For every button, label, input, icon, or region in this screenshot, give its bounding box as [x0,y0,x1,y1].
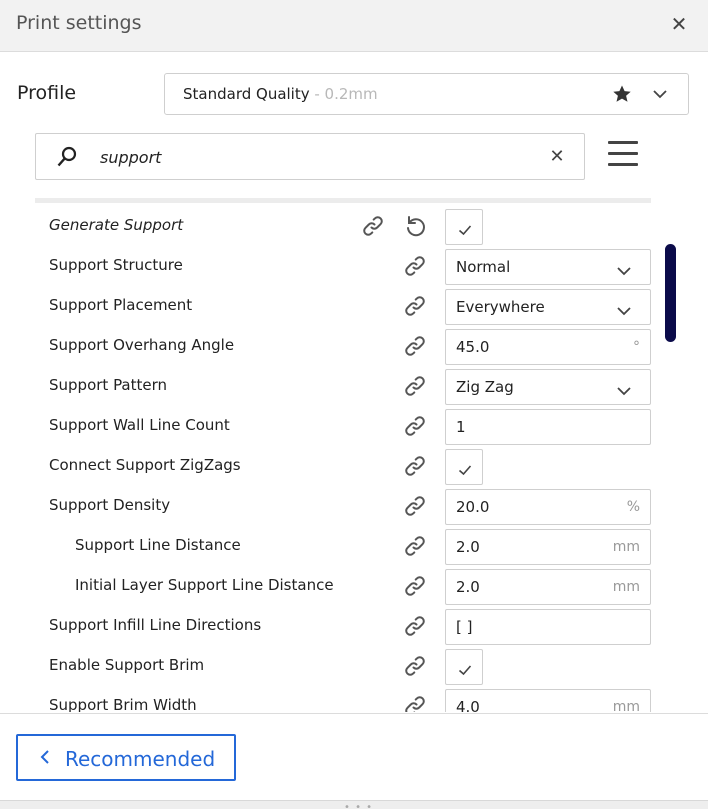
link-icon[interactable] [403,494,427,518]
chevron-down-icon [616,382,632,396]
setting-value: Everywhere [456,298,545,316]
link-icon[interactable] [403,574,427,598]
setting-label: Generate Support [49,216,184,234]
setting-row: Support Structure Normal [35,246,655,286]
setting-row: Support Line Distance 2.0 mm [35,526,655,566]
link-icon[interactable] [403,414,427,438]
setting-input[interactable]: 2.0 mm [445,529,651,565]
setting-input[interactable]: 45.0 ° [445,329,651,365]
setting-dropdown[interactable]: Zig Zag [445,369,651,405]
search-icon [57,146,77,167]
setting-input[interactable]: [ ] [445,609,651,645]
setting-label: Connect Support ZigZags [49,456,241,474]
chevron-left-icon [40,750,49,764]
setting-unit: ° [633,339,640,355]
reset-icon[interactable] [403,214,427,238]
setting-unit: % [626,499,640,515]
settings-list[interactable]: Generate Support Support Structure Normal S… [35,198,655,712]
check-icon [458,661,472,676]
link-icon[interactable] [403,374,427,398]
setting-row: Support Placement Everywhere [35,286,655,326]
link-icon[interactable] [403,534,427,558]
link-icon[interactable] [403,694,427,712]
setting-checkbox[interactable] [445,649,483,685]
chevron-down-icon[interactable] [652,86,668,102]
setting-row: Support Pattern Zig Zag [35,366,655,406]
setting-label: Support Overhang Angle [49,336,235,354]
setting-row: Connect Support ZigZags [35,446,655,486]
setting-input[interactable]: 4.0 mm [445,689,651,712]
setting-checkbox[interactable] [445,209,483,245]
link-icon[interactable] [403,254,427,278]
setting-value: 2.0 [456,578,480,596]
setting-label: Support Brim Width [49,696,197,712]
setting-label: Support Wall Line Count [49,416,230,434]
setting-dropdown[interactable]: Everywhere [445,289,651,325]
setting-value: 45.0 [456,338,490,356]
setting-value: 4.0 [456,698,480,712]
check-icon [458,461,472,476]
search-field[interactable]: ✕ [35,133,585,180]
scrollbar-thumb[interactable] [665,244,676,342]
recommended-button[interactable]: Recommended [16,734,236,781]
setting-unit: mm [612,539,640,555]
setting-row: Initial Layer Support Line Distance 2.0 mm [35,566,655,606]
setting-label: Initial Layer Support Line Distance [75,576,334,594]
close-icon[interactable]: ✕ [668,12,690,36]
setting-row: Support Infill Line Directions [ ] [35,606,655,646]
setting-row: Support Density 20.0% [35,486,655,526]
hamburger-menu-icon[interactable] [606,141,640,173]
setting-row: Support Brim Width 4.0 mm [35,686,655,712]
link-icon[interactable] [361,214,385,238]
star-icon[interactable] [612,84,632,104]
check-icon [458,221,472,236]
link-icon[interactable] [403,614,427,638]
setting-value: [ ] [456,618,473,636]
link-icon[interactable] [403,294,427,318]
setting-label: Enable Support Brim [49,656,205,674]
search-input[interactable] [100,144,520,170]
setting-row: Support Overhang Angle 45.0 ° [35,326,655,366]
setting-label: Support Density [49,496,171,514]
title-bar: Print settings ✕ [0,0,708,52]
chevron-down-icon [616,302,632,316]
footer-bar: Recommended • • • [0,713,708,809]
setting-row: Enable Support Brim [35,646,655,686]
resize-handle[interactable]: • • • [0,800,708,809]
setting-value: Normal [456,258,511,276]
setting-unit: mm [612,579,640,595]
setting-input[interactable]: 1 [445,409,651,445]
recommended-label: Recommended [65,747,216,771]
setting-input[interactable]: 20.0% [445,489,651,525]
setting-label: Support Pattern [49,376,168,394]
link-icon[interactable] [403,334,427,358]
setting-value: 2.0 [456,538,480,556]
chevron-down-icon [616,262,632,276]
window-title: Print settings [16,12,142,34]
clear-search-icon[interactable]: ✕ [548,147,566,167]
setting-value: 20.0 [456,498,490,516]
setting-row: Support Wall Line Count 1 [35,406,655,446]
setting-checkbox[interactable] [445,449,483,485]
setting-label: Support Structure [49,256,183,274]
profile-label: Profile [17,82,77,104]
link-icon[interactable] [403,654,427,678]
profile-name: Standard Quality - 0.2mm [183,85,378,103]
setting-value: 1 [456,418,466,436]
setting-input[interactable]: 2.0 mm [445,569,651,605]
list-divider [35,198,651,203]
setting-unit: mm [612,699,640,712]
setting-row: Generate Support [35,206,655,246]
setting-label: Support Infill Line Directions [49,616,262,634]
profile-selector[interactable]: Standard Quality - 0.2mm [164,73,689,115]
link-icon[interactable] [403,454,427,478]
setting-dropdown[interactable]: Normal [445,249,651,285]
setting-label: Support Line Distance [75,536,241,554]
setting-value: Zig Zag [456,378,514,396]
setting-label: Support Placement [49,296,193,314]
